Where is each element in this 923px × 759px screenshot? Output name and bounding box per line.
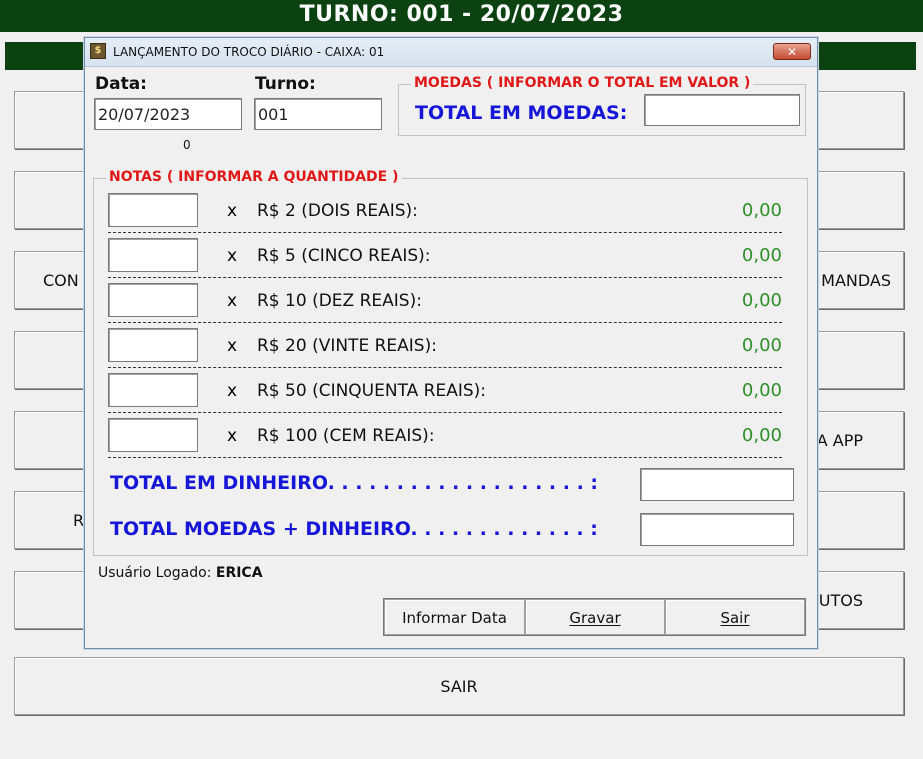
note-10-label: R$ 10 (DEZ REAIS): (257, 291, 422, 311)
note-20-label: R$ 20 (VINTE REAIS): (257, 336, 437, 356)
note-100-value: 0,00 (741, 425, 782, 446)
gravar-button[interactable]: Gravar (525, 599, 665, 635)
note-2-value: 0,00 (741, 200, 782, 221)
times-label: x (227, 426, 238, 446)
informar-data-button[interactable]: Informar Data (384, 599, 525, 635)
note-20-value: 0,00 (741, 335, 782, 356)
note-5-value: 0,00 (741, 245, 782, 266)
total-dinheiro-label: TOTAL EM DINHEIRO. . . . . . . . . . . .… (110, 472, 598, 494)
qty-20-field[interactable] (108, 328, 198, 362)
times-label: x (227, 336, 238, 356)
dashed-divider (108, 457, 782, 458)
note-10-value: 0,00 (741, 290, 782, 311)
qty-10-field[interactable] (108, 283, 198, 317)
note-row-2: x R$ 2 (DOIS REAIS): 0,00 (94, 189, 796, 233)
note-row-20: x R$ 20 (VINTE REAIS): 0,00 (94, 324, 796, 368)
counter-label: 0 (183, 138, 191, 152)
total-geral-label: TOTAL MOEDAS + DINHEIRO. . . . . . . . .… (110, 518, 598, 540)
data-label: Data: (95, 74, 147, 94)
total-moedas-label: TOTAL EM MOEDAS: (415, 102, 628, 124)
qty-5-field[interactable] (108, 238, 198, 272)
data-field[interactable] (94, 98, 242, 130)
troco-dialog: $ LANÇAMENTO DO TROCO DIÁRIO - CAIXA: 01… (84, 37, 818, 649)
dashed-divider (108, 232, 782, 233)
menu-button-5-right-label: A APP (816, 431, 863, 450)
cash-register-icon: $ (90, 43, 106, 59)
total-geral-field[interactable] (640, 513, 794, 546)
turno-label: Turno: (255, 74, 316, 94)
note-row-100: x R$ 100 (CEM REAIS): 0,00 (94, 414, 796, 458)
dialog-title: LANÇAMENTO DO TROCO DIÁRIO - CAIXA: 01 (113, 45, 385, 59)
note-2-label: R$ 2 (DOIS REAIS): (257, 201, 418, 221)
note-50-label: R$ 50 (CINQUENTA REAIS): (257, 381, 487, 401)
turno-field[interactable] (254, 98, 382, 130)
note-5-label: R$ 5 (CINCO REAIS): (257, 246, 431, 266)
user-name: ERICA (215, 565, 263, 581)
times-label: x (227, 201, 238, 221)
dashed-divider (108, 412, 782, 413)
turno-header: TURNO: 001 - 20/07/2023 (0, 0, 923, 32)
notas-group-label: NOTAS ( INFORMAR A QUANTIDADE ) (106, 169, 402, 185)
dialog-button-bar: Informar Data Gravar Sair (383, 598, 806, 636)
total-dinheiro-field[interactable] (640, 468, 794, 501)
menu-button-3-right-label: MANDAS (821, 271, 891, 290)
dashed-divider (108, 367, 782, 368)
close-button[interactable]: ✕ (773, 43, 811, 60)
sair-menu-button[interactable]: SAIR (14, 657, 904, 715)
dashed-divider (108, 277, 782, 278)
total-moedas-field[interactable] (644, 94, 800, 126)
times-label: x (227, 381, 238, 401)
note-100-label: R$ 100 (CEM REAIS): (257, 426, 435, 446)
qty-50-field[interactable] (108, 373, 198, 407)
times-label: x (227, 246, 238, 266)
qty-2-field[interactable] (108, 193, 198, 227)
menu-button-7-right-label: UTOS (818, 591, 863, 610)
note-50-value: 0,00 (741, 380, 782, 401)
menu-button-3-left-label: CON (43, 271, 79, 290)
sair-button[interactable]: Sair (665, 599, 805, 635)
times-label: x (227, 291, 238, 311)
note-row-10: x R$ 10 (DEZ REAIS): 0,00 (94, 279, 796, 323)
user-status: Usuário Logado: ERICA (98, 565, 263, 581)
user-prefix: Usuário Logado: (98, 565, 212, 581)
dialog-titlebar[interactable]: $ LANÇAMENTO DO TROCO DIÁRIO - CAIXA: 01… (85, 38, 817, 67)
moedas-group-label: MOEDAS ( INFORMAR O TOTAL EM VALOR ) (411, 75, 754, 91)
notas-group: NOTAS ( INFORMAR A QUANTIDADE ) x R$ 2 (… (93, 169, 808, 556)
note-row-5: x R$ 5 (CINCO REAIS): 0,00 (94, 234, 796, 278)
dashed-divider (108, 322, 782, 323)
menu-button-6-left-label: R (73, 511, 85, 530)
moedas-group: MOEDAS ( INFORMAR O TOTAL EM VALOR ) TOT… (398, 75, 806, 136)
qty-100-field[interactable] (108, 418, 198, 452)
sair-menu-label: SAIR (440, 677, 478, 696)
note-row-50: x R$ 50 (CINQUENTA REAIS): 0,00 (94, 369, 796, 413)
